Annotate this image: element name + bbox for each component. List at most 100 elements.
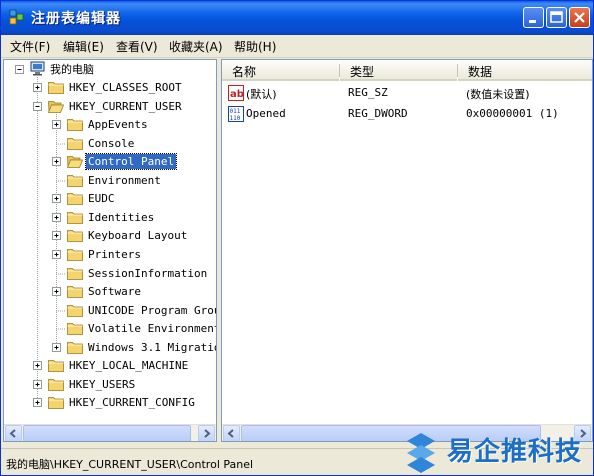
expand-icon[interactable] — [52, 287, 61, 297]
tree-item-label: HKEY_CURRENT_USER — [69, 99, 182, 113]
tree-item-label: HKEY_USERS — [69, 377, 136, 391]
expand-icon[interactable] — [52, 194, 61, 204]
column-header-type[interactable]: 类型 — [340, 60, 457, 81]
column-header-label: 数据 — [468, 65, 493, 79]
menu-file[interactable]: 文件(F) — [10, 38, 50, 55]
tree-item[interactable]: Identities — [4, 209, 216, 227]
collapse-icon[interactable] — [33, 101, 42, 111]
tree-item-label: Control Panel — [84, 153, 178, 171]
minimize-icon — [529, 20, 536, 23]
folder-icon — [67, 174, 83, 187]
tree-item[interactable]: UNICODE Program Groups — [4, 302, 216, 320]
tree-item-label: HKEY_CURRENT_CONFIG — [69, 396, 195, 410]
tree-connector-line — [56, 310, 66, 312]
folder-icon — [67, 323, 83, 336]
tree-item[interactable]: HKEY_CLASSES_ROOT — [4, 79, 216, 97]
tree-item[interactable]: Software — [4, 283, 216, 301]
menu-favorites[interactable]: 收藏夹(A) — [169, 38, 223, 55]
tree-item-my-computer[interactable]: 我的电脑 — [4, 61, 216, 79]
svg-text:ab: ab — [230, 89, 244, 100]
close-button[interactable] — [569, 7, 590, 28]
registry-editor-window: 注册表编辑器 文件(F) 编辑(E) 查看(V) 收藏夹(A) 帮助(H) 我的… — [0, 0, 594, 476]
tree-item[interactable]: HKEY_USERS — [4, 376, 216, 394]
tree-item-label: Keyboard Layout — [88, 229, 188, 243]
expand-icon[interactable] — [52, 157, 61, 167]
expand-icon[interactable] — [52, 120, 61, 130]
watermark-text: 易企推科技 — [447, 437, 583, 467]
expand-icon[interactable] — [52, 249, 61, 259]
tree-item-label: HKEY_LOCAL_MACHINE — [69, 359, 189, 373]
tree-item[interactable]: SessionInformation — [4, 265, 216, 283]
folder-icon — [48, 378, 64, 391]
tree-item[interactable]: AppEvents — [4, 116, 216, 134]
title-bar[interactable]: 注册表编辑器 — [1, 1, 593, 35]
tree-item-label: Software — [88, 285, 141, 299]
string-value-icon: ab — [228, 85, 244, 101]
value-name: (默认) — [246, 88, 277, 101]
values-list[interactable]: 名称 类型 数据 ab (默认) REG_SZ (数值未设置) 011 110 … — [221, 59, 593, 442]
minimize-button[interactable] — [523, 7, 544, 28]
registry-tree[interactable]: 我的电脑 HKEY_CLASSES_ROOT HKEY_CURRENT_USER A… — [3, 59, 217, 442]
tree-item[interactable]: HKEY_LOCAL_MACHINE — [4, 357, 216, 375]
tree-item[interactable]: Windows 3.1 Migration Status — [4, 339, 216, 357]
maximize-icon — [550, 11, 563, 23]
tree-item-label: Windows 3.1 Migration Status — [88, 340, 216, 354]
close-icon — [574, 12, 585, 23]
expand-icon[interactable] — [52, 342, 61, 352]
tree-item-label: Printers — [88, 247, 141, 261]
svg-text:110: 110 — [230, 115, 241, 122]
scroll-left-button[interactable] — [223, 425, 240, 441]
list-row[interactable]: ab (默认) REG_SZ (数值未设置) — [222, 83, 592, 103]
tree-item[interactable]: HKEY_CURRENT_USER — [4, 98, 216, 116]
collapse-icon[interactable] — [15, 65, 24, 74]
folder-icon — [67, 267, 83, 280]
tree-item-label: EUDC — [88, 192, 115, 206]
tree-item[interactable]: Environment — [4, 172, 216, 190]
column-header-label: 名称 — [232, 65, 257, 79]
folder-icon — [67, 211, 83, 224]
tree-item[interactable]: Volatile Environment — [4, 320, 216, 338]
folder-icon — [67, 304, 83, 317]
expand-icon[interactable] — [33, 361, 42, 371]
expand-icon[interactable] — [33, 83, 42, 92]
menu-view[interactable]: 查看(V) — [116, 38, 158, 55]
folder-icon — [48, 360, 64, 373]
tree-horizontal-scrollbar[interactable] — [4, 424, 216, 441]
folder-icon — [67, 249, 83, 261]
maximize-button[interactable] — [546, 7, 567, 28]
expand-icon[interactable] — [52, 231, 61, 241]
tree-item[interactable]: EUDC — [4, 190, 216, 208]
value-type: REG_SZ — [348, 86, 388, 99]
folder-icon — [67, 230, 83, 243]
open-folder-icon — [48, 100, 64, 113]
folder-icon — [67, 193, 83, 206]
status-path: 我的电脑\HKEY_CURRENT_USER\Control Panel — [6, 458, 254, 471]
expand-icon[interactable] — [33, 379, 42, 389]
scroll-left-button[interactable] — [5, 425, 22, 441]
arrow-left-icon — [9, 429, 16, 438]
column-header-name[interactable]: 名称 — [222, 60, 339, 81]
menu-edit[interactable]: 编辑(E) — [63, 38, 104, 55]
tree-item-label: Identities — [88, 210, 155, 224]
folder-icon — [67, 119, 83, 131]
tree-item[interactable]: HKEY_CURRENT_CONFIG — [4, 394, 216, 412]
tree-item[interactable]: Console — [4, 135, 216, 153]
scroll-right-button[interactable] — [198, 425, 215, 441]
tree-connector-line — [56, 143, 66, 145]
scroll-thumb[interactable] — [23, 425, 191, 441]
column-header-data[interactable]: 数据 — [458, 60, 592, 81]
value-name: Opened — [246, 107, 286, 120]
expand-icon[interactable] — [52, 212, 61, 222]
folder-icon — [48, 82, 64, 94]
arrow-right-icon — [204, 429, 211, 438]
tree-item-label: Console — [88, 136, 135, 150]
tree-item-label: AppEvents — [88, 118, 148, 132]
tree-item[interactable]: Printers — [4, 246, 216, 264]
folder-icon — [67, 286, 83, 298]
menu-help[interactable]: 帮助(H) — [234, 38, 276, 55]
tree-item[interactable]: Control Panel — [4, 153, 216, 171]
list-row[interactable]: 011 110 Opened REG_DWORD 0x00000001 (1) — [222, 104, 592, 124]
tree-item[interactable]: Keyboard Layout — [4, 227, 216, 245]
open-folder-icon — [67, 156, 83, 169]
expand-icon[interactable] — [33, 398, 42, 408]
